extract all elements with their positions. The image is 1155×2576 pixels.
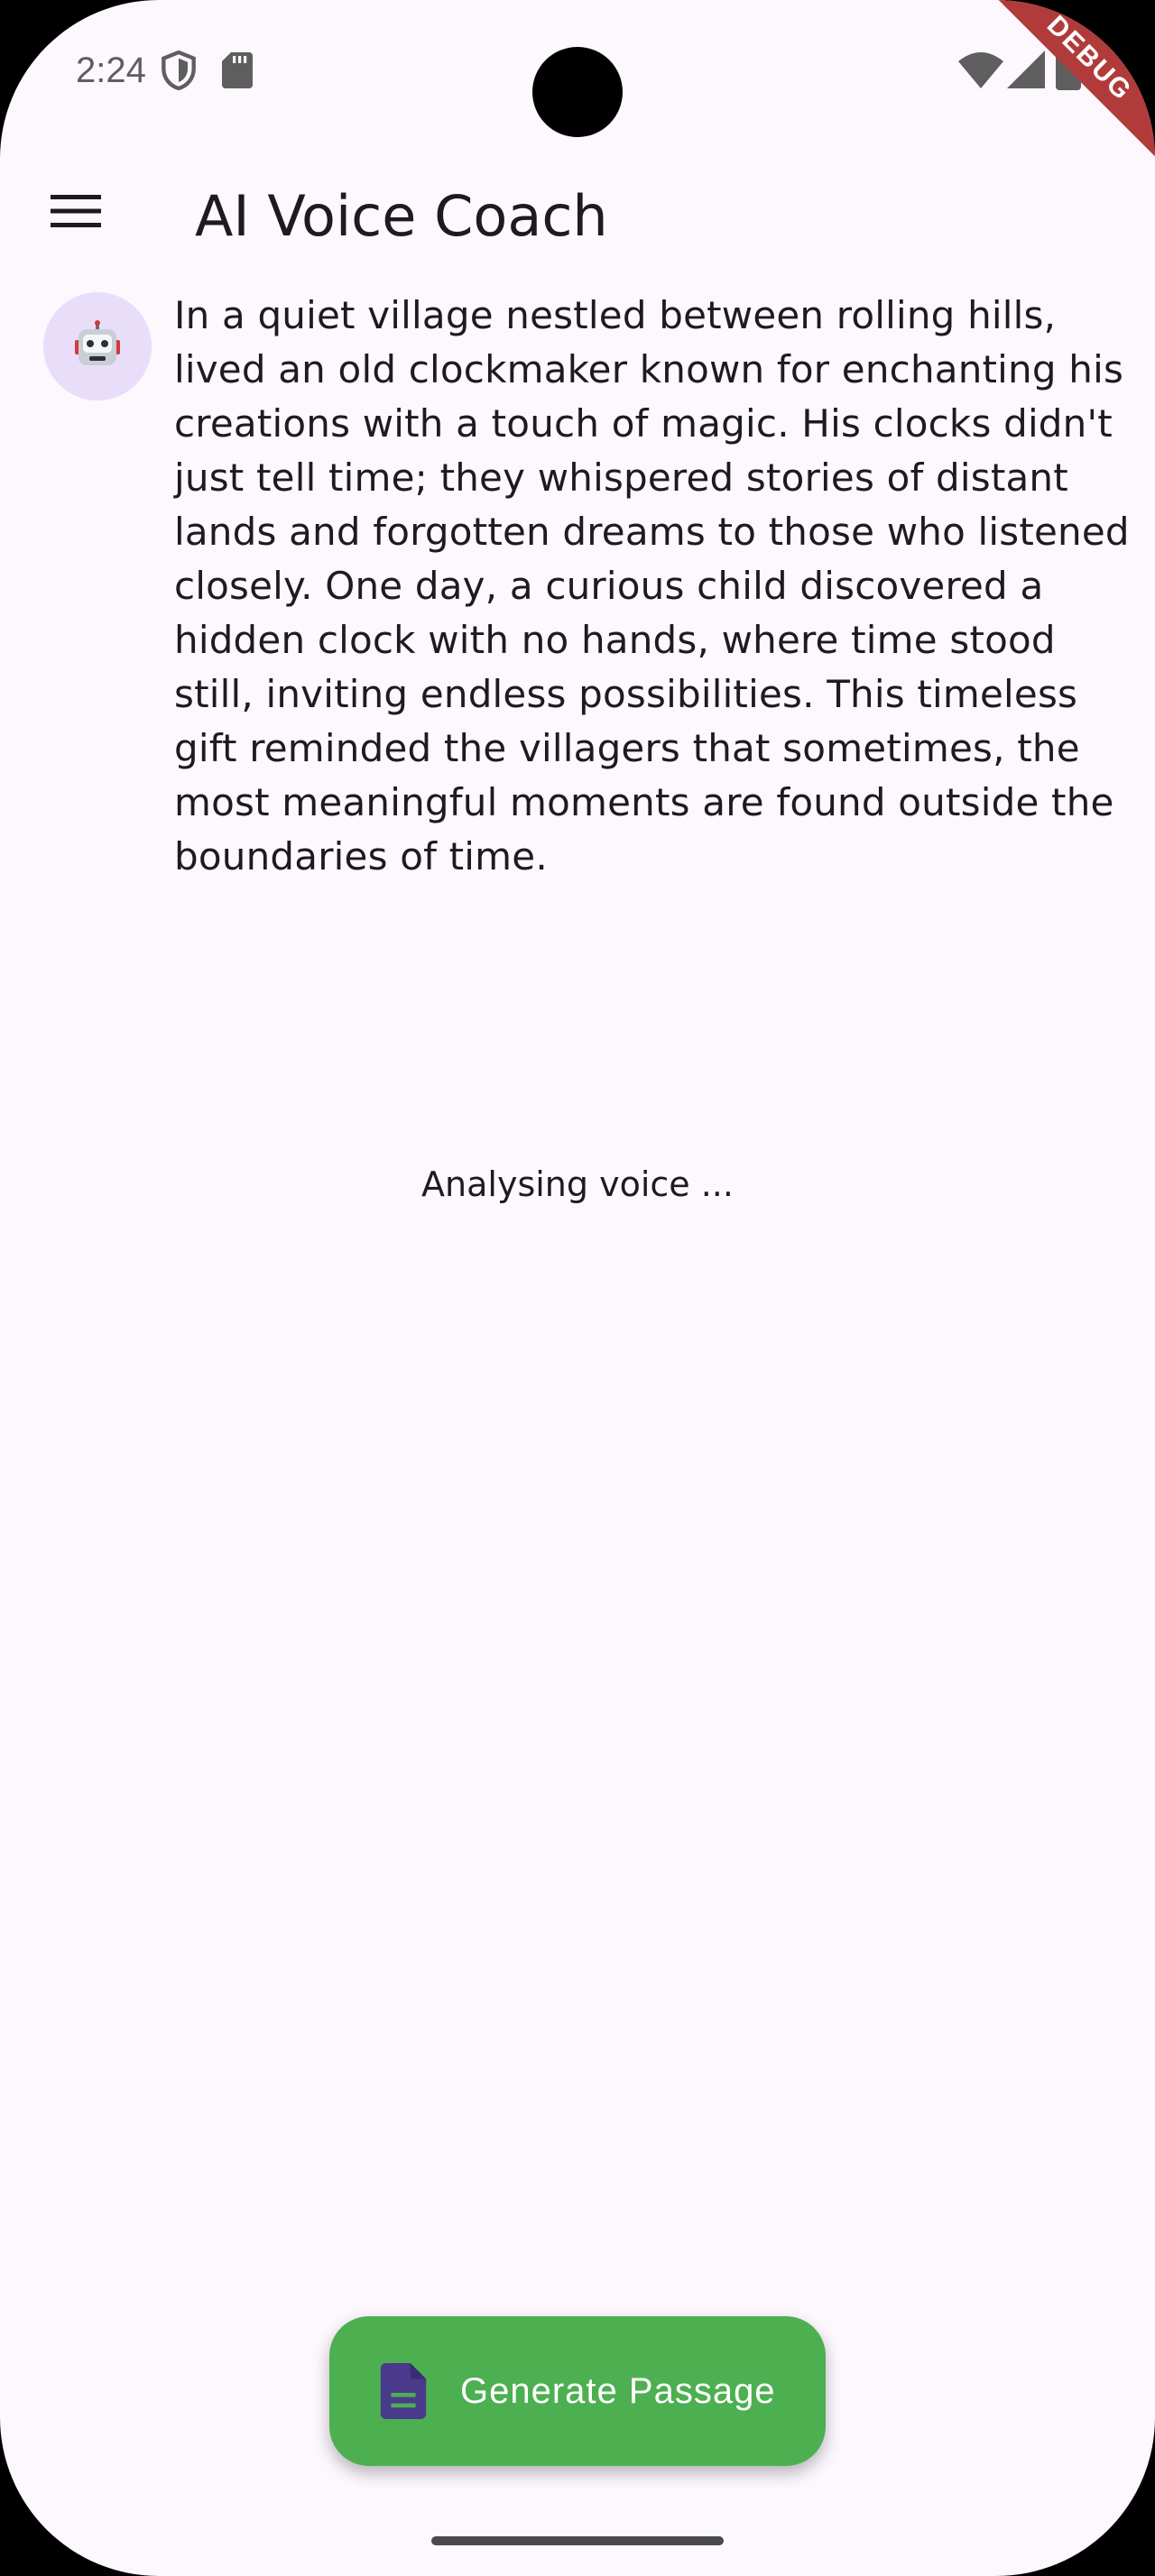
bot-avatar — [43, 292, 152, 400]
status-time: 2:24 — [76, 51, 146, 90]
passage-text: In a quiet village nestled between rolli… — [174, 293, 1130, 879]
home-indicator[interactable] — [431, 2536, 724, 2545]
document-icon — [380, 2363, 427, 2419]
wifi-icon — [958, 52, 1003, 88]
analysing-status: Analysing voice ... — [421, 1164, 734, 1204]
phone-screen: 2:24 DEBUG AI Voice Coach In a quiet vil… — [0, 0, 1155, 2576]
sd-card-icon — [222, 52, 253, 88]
app-title: AI Voice Coach — [195, 183, 608, 249]
robot-icon — [75, 320, 120, 365]
menu-icon — [51, 195, 101, 227]
generate-passage-button[interactable]: Generate Passage — [329, 2316, 826, 2466]
app-bar: AI Voice Coach — [0, 155, 1155, 276]
cell-signal-icon — [1007, 51, 1045, 88]
shield-icon — [162, 51, 196, 90]
menu-button[interactable] — [40, 175, 112, 247]
front-camera — [532, 47, 623, 137]
status-bar: 2:24 DEBUG — [0, 0, 1155, 161]
generate-passage-label: Generate Passage — [460, 2371, 776, 2411]
